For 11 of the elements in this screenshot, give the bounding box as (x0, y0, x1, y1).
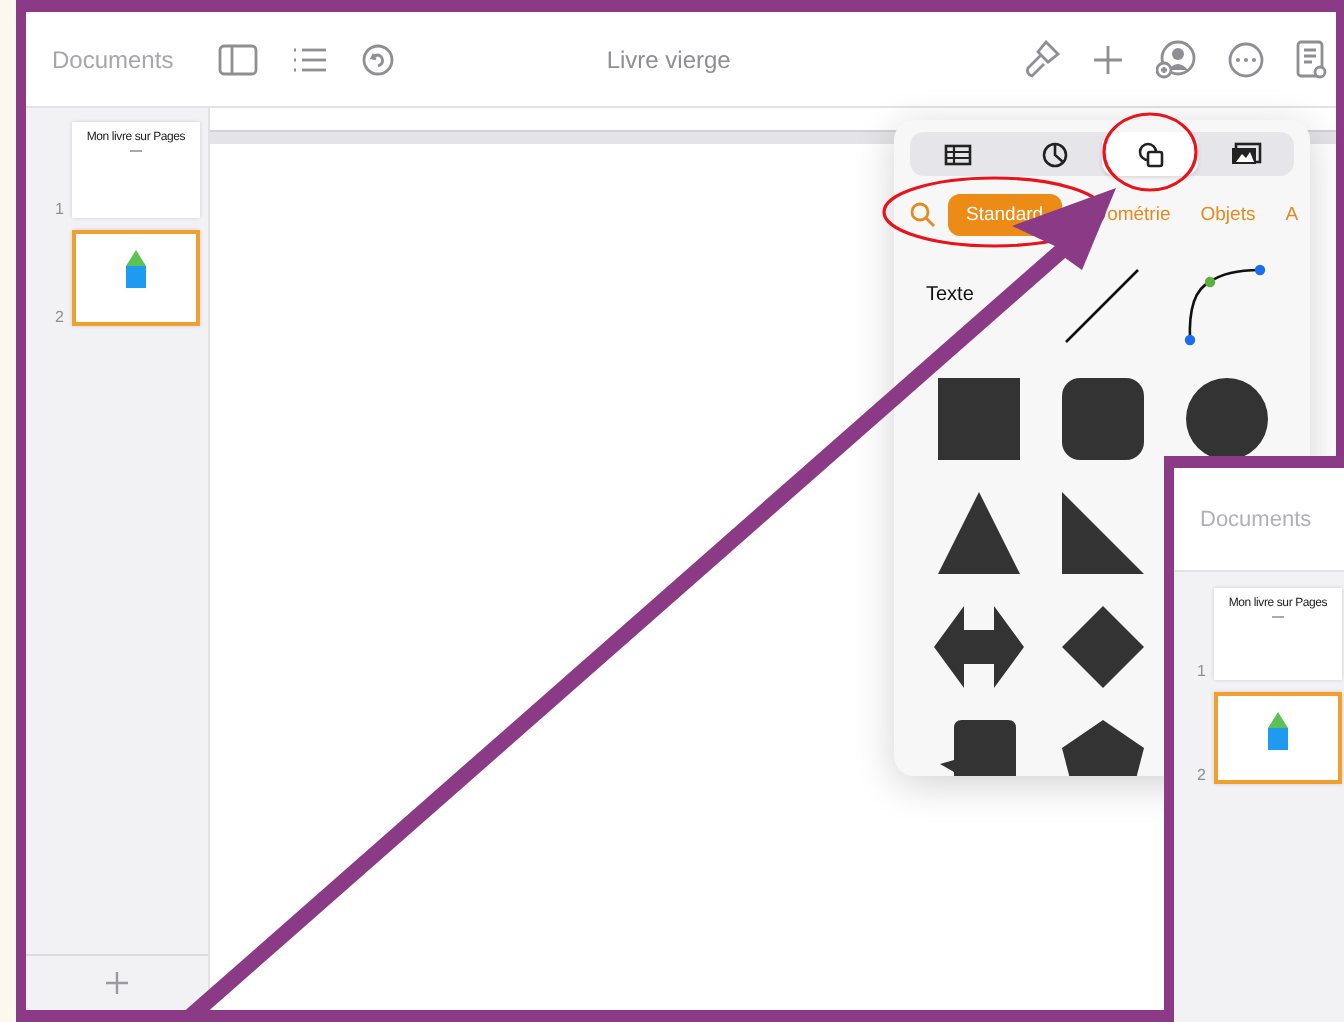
category-tab[interactable]: ométrie (1107, 195, 1171, 233)
page-number: 2 (1195, 766, 1206, 784)
category-tab[interactable]: A (1285, 195, 1299, 233)
page-number: 1 (53, 200, 64, 218)
page-number: 2 (53, 308, 64, 326)
page-number: 1 (1195, 662, 1206, 680)
documents-back-button[interactable]: Documents (1200, 507, 1312, 531)
text-box-item[interactable]: Texte (926, 284, 974, 306)
document-title: Livre vierge (604, 45, 733, 73)
documents-back-button[interactable]: Documents (52, 45, 174, 73)
category-tab[interactable]: Objets (1200, 195, 1256, 233)
